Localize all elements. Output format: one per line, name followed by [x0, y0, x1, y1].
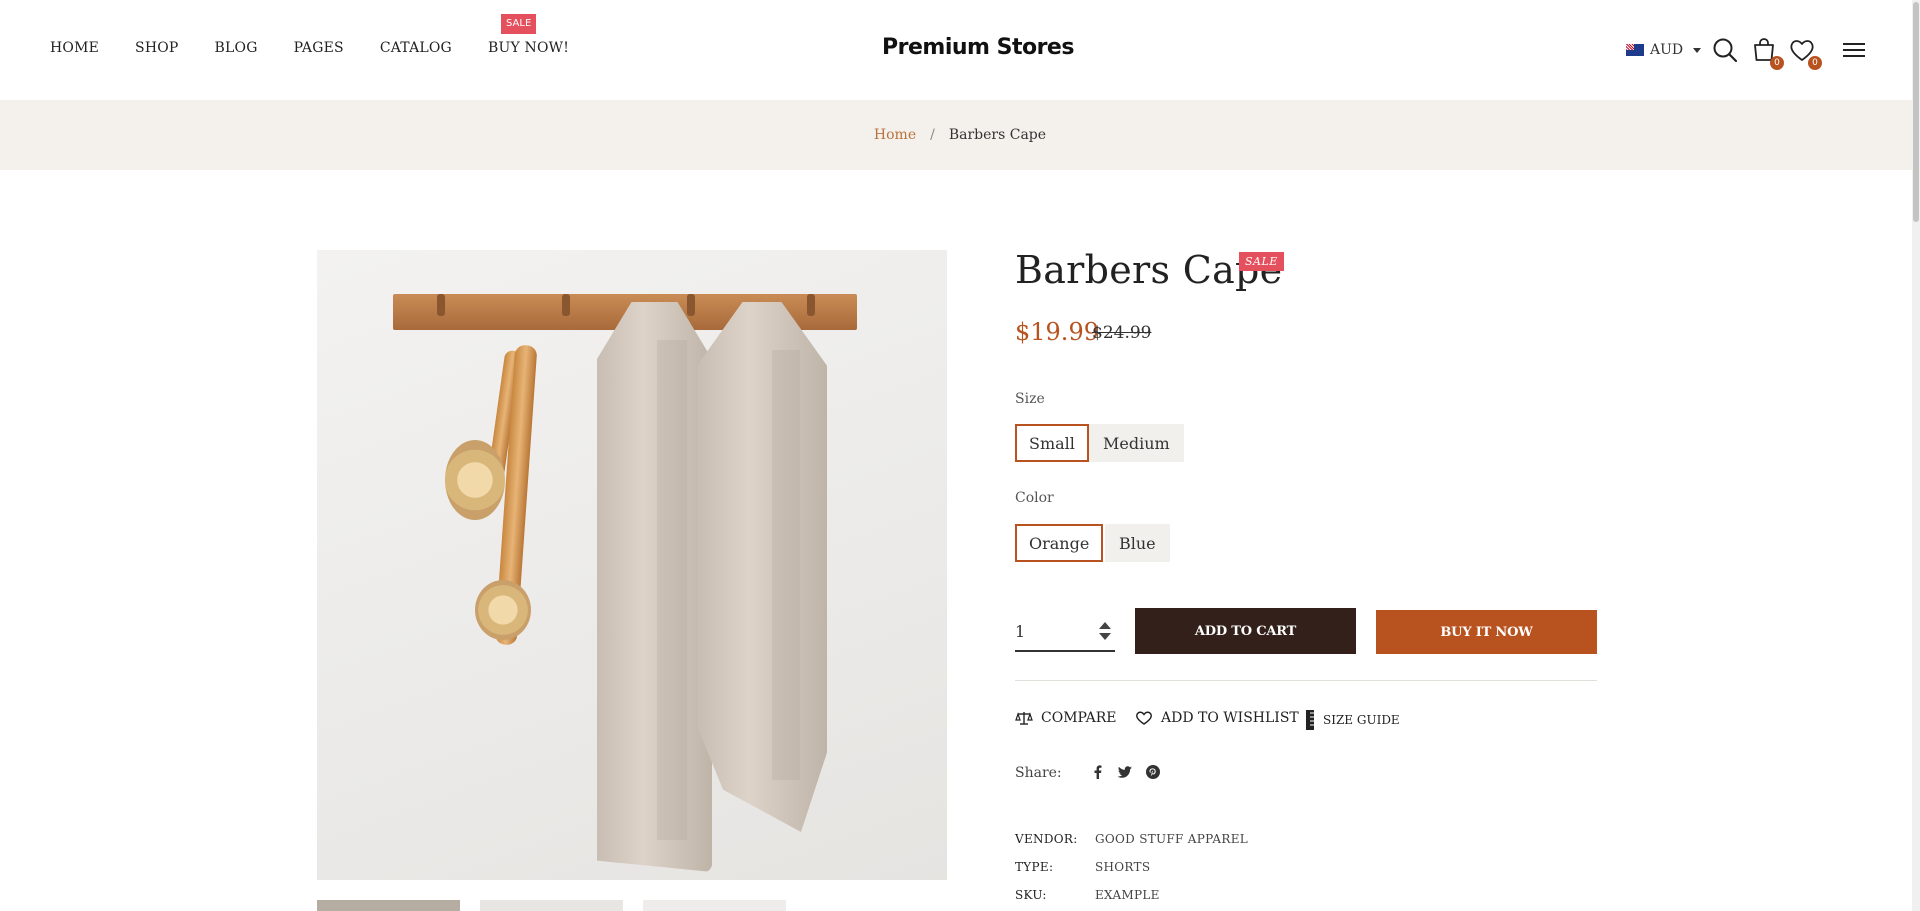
size-option-medium[interactable]: Medium — [1089, 424, 1184, 462]
facebook-icon[interactable] — [1090, 764, 1106, 780]
meta-sku-key: SKU: — [1015, 888, 1047, 902]
decrement-icon[interactable] — [1099, 633, 1111, 640]
nav-home[interactable]: HOME — [50, 40, 99, 56]
search-icon[interactable] — [1711, 36, 1739, 64]
meta-type-value[interactable]: SHORTS — [1095, 860, 1150, 874]
meta-vendor-key: VENDOR: — [1015, 832, 1078, 846]
size-guide-button[interactable]: SIZE GUIDE — [1305, 710, 1400, 730]
currency-label: AUD — [1650, 42, 1684, 58]
currency-selector[interactable]: AUD — [1626, 42, 1702, 58]
pinterest-icon[interactable] — [1145, 764, 1161, 780]
cart-icon[interactable]: 0 — [1750, 36, 1784, 70]
increment-icon[interactable] — [1099, 622, 1111, 629]
towel-fold-shadow — [657, 340, 687, 840]
scrollbar-thumb[interactable] — [1913, 2, 1919, 222]
towel-right-illustration — [697, 302, 827, 832]
divider — [1015, 680, 1597, 681]
main-nav: HOME SHOP BLOG PAGES CATALOG BUY NOW! — [50, 40, 605, 56]
size-label: Size — [1015, 391, 1045, 407]
thumbnail-1[interactable] — [317, 900, 460, 911]
breadcrumb: Home / Barbers Cape — [0, 100, 1920, 170]
color-option-orange[interactable]: Orange — [1015, 524, 1104, 562]
rack-peg — [807, 294, 815, 316]
menu-icon[interactable] — [1840, 36, 1868, 64]
breadcrumb-current: Barbers Cape — [948, 127, 1047, 143]
nav-catalog[interactable]: CATALOG — [380, 40, 452, 56]
twitter-icon[interactable] — [1117, 764, 1133, 780]
color-option-blue[interactable]: Blue — [1105, 524, 1170, 562]
scale-icon — [1015, 710, 1033, 726]
brush-head-illustration — [445, 440, 505, 520]
towel-fold-shadow — [772, 350, 800, 780]
product-price: $19.99 — [1015, 318, 1099, 346]
meta-type-key: TYPE: — [1015, 860, 1054, 874]
quantity-arrows — [1099, 622, 1111, 640]
ruler-icon — [1305, 710, 1315, 730]
rack-peg — [562, 294, 570, 316]
australia-flag-icon — [1626, 44, 1644, 56]
size-guide-label: SIZE GUIDE — [1323, 713, 1400, 727]
quantity-value[interactable]: 1 — [1015, 622, 1025, 641]
wishlist-label: ADD TO WISHLIST — [1161, 710, 1299, 726]
nav-sale-badge: SALE — [501, 14, 537, 34]
product-sale-badge: SALE — [1239, 252, 1284, 271]
rack-peg — [437, 294, 445, 316]
heart-icon[interactable]: 0 — [1788, 36, 1822, 70]
thumbnail-3[interactable] — [643, 900, 786, 911]
nav-buy-now[interactable]: BUY NOW! — [488, 40, 569, 56]
color-label: Color — [1015, 490, 1054, 506]
breadcrumb-home-link[interactable]: Home — [874, 127, 916, 143]
compare-button[interactable]: COMPARE — [1015, 710, 1117, 726]
product-compare-price: $24.99 — [1092, 323, 1152, 343]
breadcrumb-separator: / — [930, 127, 935, 143]
buy-now-button[interactable]: BUY IT NOW — [1376, 610, 1597, 654]
meta-vendor-value[interactable]: GOOD STUFF APPAREL — [1095, 832, 1248, 846]
thumbnail-2[interactable] — [480, 900, 623, 911]
heart-outline-icon — [1135, 710, 1153, 726]
quantity-stepper[interactable]: 1 — [1015, 612, 1115, 652]
size-option-small[interactable]: Small — [1015, 424, 1089, 462]
share-label: Share: — [1015, 765, 1062, 781]
meta-sku-value: EXAMPLE — [1095, 888, 1160, 902]
compare-label: COMPARE — [1041, 710, 1117, 726]
cart-count-badge: 0 — [1770, 56, 1784, 70]
nav-shop[interactable]: SHOP — [135, 40, 179, 56]
product-main-image[interactable] — [317, 250, 947, 880]
site-header: HOME SHOP BLOG PAGES CATALOG BUY NOW! SA… — [0, 0, 1920, 100]
site-logo[interactable]: Premium Stores — [882, 35, 1074, 60]
towel-left-illustration — [597, 302, 712, 872]
wishlist-count-badge: 0 — [1808, 56, 1822, 70]
round-brush-illustration — [475, 580, 531, 640]
nav-blog[interactable]: BLOG — [215, 40, 258, 56]
add-to-cart-button[interactable]: ADD TO CART — [1135, 608, 1356, 654]
rack-peg — [687, 294, 695, 316]
chevron-down-icon — [1693, 47, 1702, 53]
add-to-wishlist-button[interactable]: ADD TO WISHLIST — [1135, 710, 1299, 726]
nav-pages[interactable]: PAGES — [294, 40, 344, 56]
